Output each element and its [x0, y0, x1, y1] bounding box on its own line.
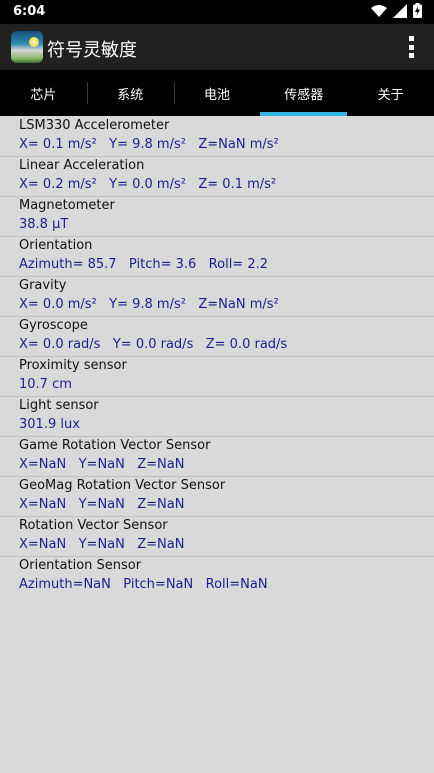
sensor-value: X=NaN Y=NaN Z=NaN	[19, 497, 185, 512]
tab-label: 传感器	[284, 87, 324, 103]
sensor-value: 301.9 lux	[19, 417, 80, 432]
battery-charging-icon	[413, 2, 422, 22]
sensor-value: X= 0.0 m/s² Y= 9.8 m/s² Z=NaN m/s²	[19, 297, 279, 312]
sensor-value: Azimuth= 85.7 Pitch= 3.6 Roll= 2.2	[19, 257, 269, 272]
cell-signal-icon	[393, 3, 407, 22]
sensor-value: Azimuth=NaN Pitch=NaN Roll=NaN	[19, 577, 268, 592]
app-logo	[11, 31, 43, 63]
sensor-name: Rotation Vector Sensor	[19, 518, 168, 533]
sensor-value: X= 0.1 m/s² Y= 9.8 m/s² Z=NaN m/s²	[19, 137, 279, 152]
list-item: Gravity X= 0.0 m/s² Y= 9.8 m/s² Z=NaN m/…	[0, 277, 434, 317]
sensor-name: Game Rotation Vector Sensor	[19, 438, 211, 453]
sensor-name: Light sensor	[19, 398, 99, 413]
list-item: Rotation Vector Sensor X=NaN Y=NaN Z=NaN	[0, 517, 434, 557]
tab-label: 系统	[117, 87, 144, 103]
tab-label: 芯片	[30, 87, 57, 103]
tab-label: 电池	[203, 87, 230, 103]
sensor-name: Linear Acceleration	[19, 158, 145, 173]
tab-divider	[86, 82, 88, 104]
list-item: GeoMag Rotation Vector Sensor X=NaN Y=Na…	[0, 477, 434, 517]
status-time: 6:04	[13, 4, 46, 19]
list-item: Orientation Azimuth= 85.7 Pitch= 3.6 Rol…	[0, 237, 434, 277]
tab-sensors[interactable]: 传感器	[260, 70, 348, 116]
sensor-value: X=NaN Y=NaN Z=NaN	[19, 537, 185, 552]
list-item: Gyroscope X= 0.0 rad/s Y= 0.0 rad/s Z= 0…	[0, 317, 434, 357]
list-item: Magnetometer 38.8 μT	[0, 197, 434, 237]
more-vert-icon[interactable]	[408, 36, 414, 58]
sensor-value: X= 0.2 m/s² Y= 0.0 m/s² Z= 0.1 m/s²	[19, 177, 277, 192]
app-bar: 符号灵敏度	[0, 24, 434, 70]
list-item: Light sensor 301.9 lux	[0, 397, 434, 437]
list-item: Game Rotation Vector Sensor X=NaN Y=NaN …	[0, 437, 434, 477]
sensor-value: X= 0.0 rad/s Y= 0.0 rad/s Z= 0.0 rad/s	[19, 337, 288, 352]
wifi-icon	[371, 3, 387, 22]
tab-battery[interactable]: 电池	[173, 70, 261, 116]
list-item: Orientation Sensor Azimuth=NaN Pitch=NaN…	[0, 557, 434, 596]
tab-divider	[173, 82, 175, 104]
list-item: Linear Acceleration X= 0.2 m/s² Y= 0.0 m…	[0, 157, 434, 197]
sensor-list: LSM330 Accelerometer X= 0.1 m/s² Y= 9.8 …	[0, 117, 434, 596]
app-title: 符号灵敏度	[47, 40, 137, 61]
sensor-value: 10.7 cm	[19, 377, 72, 392]
list-item: LSM330 Accelerometer X= 0.1 m/s² Y= 9.8 …	[0, 117, 434, 157]
tab-bar: 芯片 系统 电池 传感器 关于	[0, 70, 434, 116]
status-icons	[371, 2, 422, 22]
tab-label: 关于	[377, 87, 404, 103]
tab-about[interactable]: 关于	[347, 70, 434, 116]
active-tab-indicator	[260, 112, 348, 116]
sensor-value: 38.8 μT	[19, 217, 69, 232]
sensor-name: LSM330 Accelerometer	[19, 118, 170, 133]
sensor-name: Gyroscope	[19, 318, 88, 333]
status-bar: 6:04	[0, 0, 434, 24]
tab-system[interactable]: 系统	[86, 70, 174, 116]
sensor-value: X=NaN Y=NaN Z=NaN	[19, 457, 185, 472]
sensor-name: Proximity sensor	[19, 358, 127, 373]
sensor-name: Orientation	[19, 238, 93, 253]
sensor-name: Orientation Sensor	[19, 558, 142, 573]
sensor-name: GeoMag Rotation Vector Sensor	[19, 478, 226, 493]
list-item: Proximity sensor 10.7 cm	[0, 357, 434, 397]
tab-chip[interactable]: 芯片	[0, 70, 87, 116]
sensor-name: Magnetometer	[19, 198, 115, 213]
sensor-name: Gravity	[19, 278, 67, 293]
